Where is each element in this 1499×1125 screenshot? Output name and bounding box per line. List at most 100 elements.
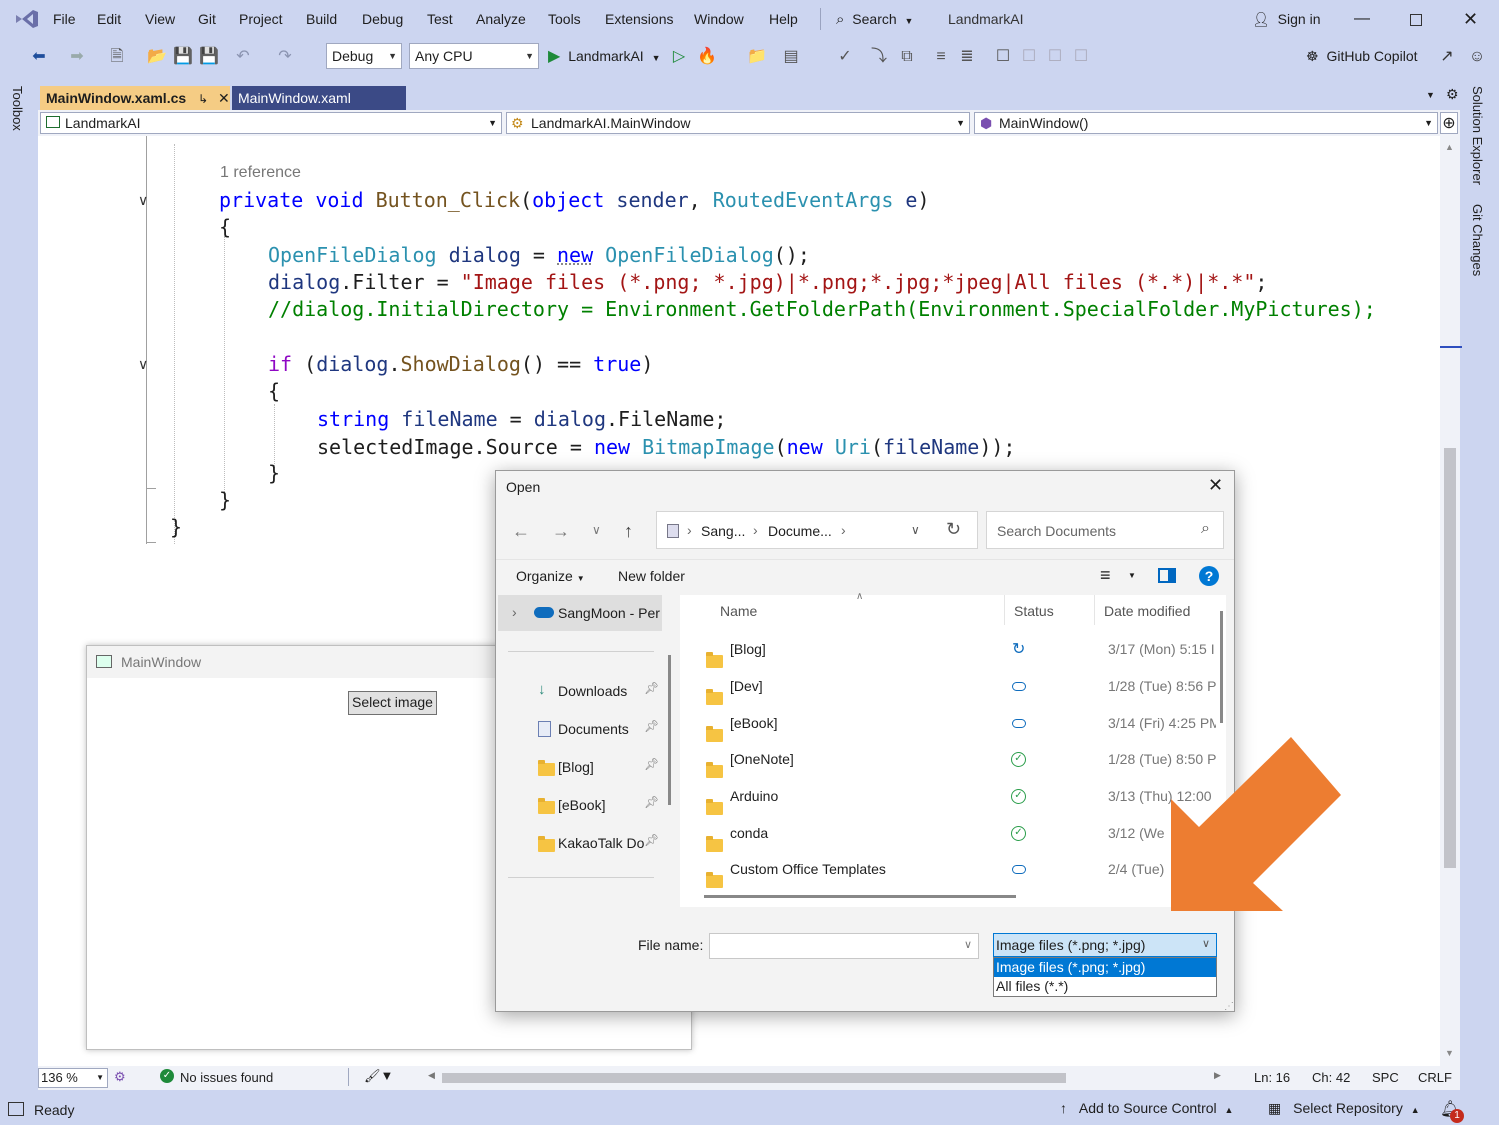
nav-item-documents[interactable]: Documents 📌︎ [498, 715, 662, 745]
file-type-option[interactable]: Image files (*.png; *.jpg) [994, 958, 1216, 977]
code-cleanup-icon[interactable]: 🖌︎▼ [364, 1068, 393, 1084]
recent-locations-icon[interactable]: ∨ [592, 523, 601, 537]
redo-icon[interactable]: ↷ [274, 46, 296, 68]
scroll-up-icon[interactable]: ▲ [1445, 142, 1454, 152]
scrollbar-thumb[interactable] [1444, 448, 1456, 868]
nav-item-onedrive[interactable]: › SangMoon - Per [498, 595, 662, 631]
project-dropdown[interactable]: LandmarkAI ▼ [40, 112, 502, 134]
issues-status[interactable]: No issues found [180, 1070, 273, 1085]
column-number[interactable]: Ch: 42 [1312, 1070, 1350, 1085]
menu-project[interactable]: Project [239, 0, 283, 38]
next-bookmark-icon[interactable]: ☐ [1044, 46, 1066, 68]
line-ending[interactable]: CRLF [1418, 1070, 1452, 1085]
pin-icon[interactable]: ↳ [198, 92, 208, 106]
whitespace-mode[interactable]: SPC [1372, 1070, 1399, 1085]
share-icon[interactable]: ↗ [1436, 46, 1458, 68]
horizontal-scrollbar-thumb[interactable] [442, 1073, 1066, 1083]
zoom-dropdown[interactable]: 136 % ▼ [38, 1068, 108, 1088]
github-copilot-button[interactable]: ☸ GitHub Copilot [1306, 43, 1418, 69]
start-without-debugging-icon[interactable]: ▷ [668, 46, 690, 68]
save-icon[interactable]: 💾 [172, 46, 194, 68]
forward-icon[interactable]: → [552, 521, 570, 542]
expand-icon[interactable]: › [512, 604, 517, 620]
menu-test[interactable]: Test [427, 0, 453, 38]
close-window-button[interactable]: ✕ [1463, 0, 1478, 38]
tab-mainwindow-xaml-cs[interactable]: MainWindow.xaml.cs ↳ ✕ [40, 86, 230, 110]
scroll-down-icon[interactable]: ▼ [1445, 1048, 1454, 1058]
step-icon[interactable]: ⤵ [868, 46, 890, 68]
uncomment-icon[interactable]: ≣ [956, 46, 978, 68]
search-documents-input[interactable]: Search Documents ⌕ [986, 511, 1224, 549]
new-project-icon[interactable]: 🗎 [106, 46, 128, 68]
save-all-icon[interactable]: 💾 [198, 46, 220, 68]
clear-bookmarks-icon[interactable]: ☐ [1070, 46, 1092, 68]
add-to-source-control-button[interactable]: ↑ Add to Source Control ▲ [1060, 1100, 1233, 1116]
column-header-date[interactable]: Date modified [1104, 603, 1190, 619]
preview-pane-icon[interactable] [1158, 568, 1176, 583]
codelens-references[interactable]: 1 reference [220, 164, 301, 182]
open-folder-icon[interactable]: 📂 [146, 46, 168, 68]
file-row[interactable]: [eBook] 3/14 (Fri) 4:25 PM [680, 705, 1216, 742]
chevron-down-icon[interactable]: ∨ [964, 938, 972, 951]
output-icon[interactable] [8, 1102, 24, 1116]
bookmark-icon[interactable]: ☐ [992, 46, 1014, 68]
nav-item-blog[interactable]: [Blog] 📌︎ [498, 753, 662, 783]
breadcrumb-item[interactable]: Sang... [701, 523, 745, 539]
sign-in-button[interactable]: 👤︎ Sign in [1252, 0, 1320, 38]
select-image-button[interactable]: Select image [348, 691, 437, 715]
menu-edit[interactable]: Edit [97, 0, 121, 38]
menu-debug[interactable]: Debug [362, 0, 403, 38]
dialog-close-button[interactable]: ✕ [1208, 475, 1223, 496]
collapse-if-icon[interactable]: ∨ [138, 356, 148, 373]
column-header-status[interactable]: Status [1014, 603, 1054, 619]
nav-item-kakaotalk[interactable]: KakaoTalk Do 📌︎ [498, 829, 662, 859]
up-icon[interactable]: ↑ [624, 521, 633, 542]
file-type-option[interactable]: All files (*.*) [994, 977, 1216, 996]
browse-folder-icon[interactable]: 📁 [746, 46, 768, 68]
file-type-dropdown[interactable]: Image files (*.png; *.jpg) ∨ [993, 933, 1217, 957]
layout-icon[interactable]: ▤ [780, 46, 802, 68]
search-button[interactable]: ⌕ Search ▼ [836, 0, 913, 38]
menu-view[interactable]: View [145, 0, 175, 38]
line-number[interactable]: Ln: 16 [1254, 1070, 1290, 1085]
vertical-scrollbar[interactable]: ▲ ▼ [1440, 136, 1462, 1066]
member-dropdown[interactable]: ⬢ MainWindow() ▼ [974, 112, 1438, 134]
tab-list-icon[interactable]: ▼ [1426, 90, 1435, 100]
chevron-down-icon[interactable]: ▼ [1128, 571, 1136, 580]
column-header-name[interactable]: Name [720, 603, 757, 619]
compare-icon[interactable]: ⧉ [896, 46, 918, 68]
menu-window[interactable]: Window [694, 0, 744, 38]
menu-extensions[interactable]: Extensions [605, 0, 673, 38]
view-options-icon[interactable]: ≡ [1100, 565, 1111, 586]
help-icon[interactable]: ? [1199, 566, 1219, 586]
menu-file[interactable]: File [53, 0, 76, 38]
refresh-icon[interactable]: ↻ [946, 519, 961, 540]
close-icon[interactable]: ✕ [218, 90, 230, 106]
minimize-button[interactable]: — [1354, 0, 1370, 38]
address-bar[interactable]: › Sang... › Docume... › ∨ [656, 511, 978, 549]
split-editor-icon[interactable]: ⊕ [1440, 112, 1458, 134]
comment-icon[interactable]: ≡ [930, 46, 952, 68]
back-icon[interactable]: ← [512, 521, 530, 542]
file-row[interactable]: Arduino ✓ 3/13 (Thu) 12:00 [680, 778, 1212, 815]
file-list-scrollbar-thumb[interactable] [1220, 611, 1223, 723]
file-row[interactable]: [Blog] ↻ 3/17 (Mon) 5:15 I [680, 631, 1215, 668]
menu-git[interactable]: Git [198, 0, 216, 38]
nav-item-ebook[interactable]: [eBook] 📌︎ [498, 791, 662, 821]
resize-grip-icon[interactable]: ⋰ [1224, 1001, 1234, 1012]
maximize-button[interactable] [1410, 14, 1422, 26]
file-row[interactable]: Custom Office Templates 2/4 (Tue) [680, 851, 1210, 888]
gear-icon[interactable]: ⚙ [1446, 86, 1459, 103]
new-folder-button[interactable]: New folder [618, 568, 685, 584]
feedback-icon[interactable]: ☺ [1466, 46, 1488, 68]
file-row[interactable]: [OneNote] ✓ 1/28 (Tue) 8:50 P [680, 741, 1216, 778]
platform-dropdown[interactable]: Any CPU ▼ [409, 43, 539, 69]
start-debugging-button[interactable]: ▶ LandmarkAI ▼ [548, 43, 661, 69]
breadcrumb-item[interactable]: Docume... [768, 523, 832, 539]
collapse-method-icon[interactable]: ∨ [138, 192, 148, 209]
class-dropdown[interactable]: ⚙ LandmarkAI.MainWindow ▼ [506, 112, 970, 134]
address-dropdown-icon[interactable]: ∨ [911, 523, 920, 537]
file-row[interactable]: [Dev] 1/28 (Tue) 8:56 P [680, 668, 1216, 705]
configuration-dropdown[interactable]: Debug ▼ [326, 43, 402, 69]
hot-reload-icon[interactable]: 🔥 [696, 46, 718, 68]
